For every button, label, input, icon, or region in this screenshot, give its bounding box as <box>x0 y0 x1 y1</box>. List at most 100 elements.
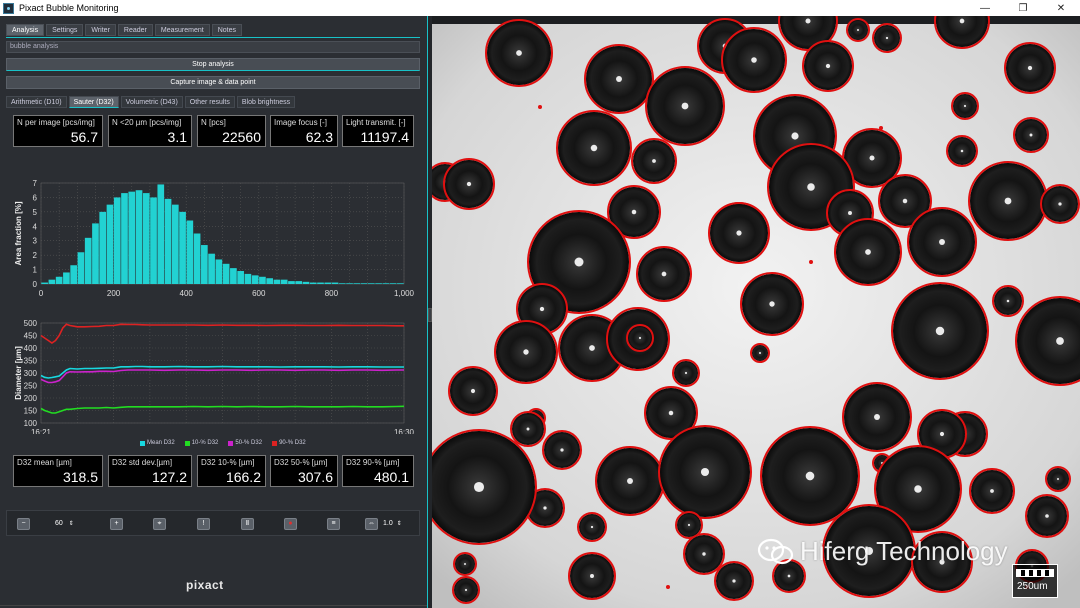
settings-icon[interactable]: ≡ <box>327 518 340 530</box>
y-tick-label: 150 <box>24 407 38 416</box>
minimize-button[interactable]: — <box>966 0 1004 16</box>
bubble-highlight <box>638 336 642 340</box>
small-bubble-marker <box>809 260 813 264</box>
bubble-highlight <box>1056 337 1064 345</box>
histogram-bar <box>251 275 259 284</box>
pause-icon[interactable]: Ⅱ <box>241 518 254 530</box>
histogram-bar <box>295 281 303 284</box>
footer-divider <box>0 605 427 606</box>
tab-sauter[interactable]: Sauter (D32) <box>68 96 119 108</box>
add-icon[interactable]: + <box>110 518 123 530</box>
bubble-highlight <box>990 489 994 493</box>
bubble-highlight <box>848 211 852 215</box>
zoom-spinner[interactable]: 1.0 ⇕ <box>381 518 407 530</box>
histogram-bar <box>55 276 63 284</box>
x-tick-label: 1,000 <box>394 289 415 298</box>
bubble-highlight <box>616 76 622 82</box>
bubble-highlight <box>1027 65 1033 71</box>
legend-label: Mean D32 <box>147 440 175 446</box>
result-tabs: Arithmetic (D10) Sauter (D32) Volumetric… <box>6 96 296 108</box>
histogram-bar <box>92 223 99 284</box>
tab-notes[interactable]: Notes <box>211 24 242 36</box>
frame-rate-spinner[interactable]: 60 ⇕ <box>53 518 81 530</box>
histogram-bar <box>215 259 223 284</box>
histogram-bar <box>179 211 186 284</box>
histogram-bar <box>360 283 368 284</box>
histogram-bar <box>237 271 244 284</box>
capture-image-button[interactable]: Capture image & data point <box>6 76 420 89</box>
restore-button[interactable]: ❐ <box>1004 0 1042 16</box>
bubble-highlight <box>865 249 871 255</box>
stat-value: 307.6 <box>297 469 333 485</box>
histogram-bar <box>41 282 48 284</box>
zoom-icon[interactable]: ⇔ <box>365 518 378 530</box>
y-tick-label: 6 <box>33 193 38 202</box>
tab-reader[interactable]: Reader <box>117 24 153 36</box>
y-tick-label: 0 <box>33 280 38 289</box>
playback-toolbar: − 60 ⇕ + ⌖ ! Ⅱ ● ≡ ⇔ 1.0 ⇕ <box>6 510 420 536</box>
analysis-name-field[interactable]: bubble analysis <box>6 41 420 53</box>
y-tick-label: 350 <box>24 357 38 366</box>
histogram-bar <box>273 279 281 284</box>
legend-mean: Mean D32 <box>140 440 175 446</box>
x-tick-label: 200 <box>107 289 121 298</box>
histogram-bar <box>389 283 397 284</box>
bubble-image <box>432 16 1080 608</box>
histogram-bar <box>128 191 136 284</box>
histogram-bar <box>368 283 375 284</box>
y-tick-label: 3 <box>33 237 38 246</box>
y-tick-label: 200 <box>24 394 38 403</box>
tab-blob-brightness[interactable]: Blob brightness <box>236 96 296 108</box>
histogram-bar <box>317 282 324 284</box>
bubble-highlight <box>791 132 799 140</box>
crosshair-icon[interactable]: ⌖ <box>153 518 166 530</box>
stat-light-transmit: Light transmit. [-] 11197.4 <box>342 115 414 147</box>
histogram-bar <box>164 198 172 284</box>
histogram-bar <box>99 211 107 284</box>
stat-d32-p50: D32 50-% [µm] 307.6 <box>270 455 338 487</box>
bubble-highlight <box>939 239 945 245</box>
histogram-bar <box>353 283 361 284</box>
tab-analysis[interactable]: Analysis <box>6 24 45 36</box>
close-button[interactable]: ✕ <box>1042 0 1080 16</box>
camera-image-view[interactable]: Hiferg Technology 250um <box>432 16 1080 608</box>
y-tick-label: 250 <box>24 382 38 391</box>
legend-p50: 50-% D32 <box>228 440 262 446</box>
tab-other-results[interactable]: Other results <box>184 96 235 108</box>
frame-rate-value: 60 <box>55 520 63 527</box>
tab-arithmetic[interactable]: Arithmetic (D10) <box>6 96 67 108</box>
stat-d32-mean: D32 mean [µm] 318.5 <box>13 455 103 487</box>
bubble-highlight <box>805 471 815 481</box>
tab-writer[interactable]: Writer <box>85 24 116 36</box>
bubble-highlight <box>960 149 964 153</box>
bubble-highlight <box>759 352 761 354</box>
stat-value: 166.2 <box>225 469 261 485</box>
bubble-highlight <box>526 427 530 431</box>
histogram-bar <box>244 273 252 284</box>
small-bubble-marker <box>879 126 883 130</box>
stop-analysis-button[interactable]: Stop analysis <box>6 58 420 71</box>
stat-d32-p10: D32 10-% [µm] 166.2 <box>197 455 266 487</box>
bubble-highlight <box>464 588 468 592</box>
stat-label: N <20 µm [pcs/img] <box>112 118 182 127</box>
bubble-highlight <box>1057 478 1059 480</box>
tab-settings[interactable]: Settings <box>46 24 84 36</box>
zoom-out-icon[interactable]: − <box>17 518 30 530</box>
y-axis-label: Area fraction [%] <box>14 201 23 265</box>
stat-label: D32 std dev.[µm] <box>112 458 173 467</box>
info-icon[interactable]: ! <box>197 518 210 530</box>
x-tick-label: 0 <box>39 289 44 298</box>
stat-value: 318.5 <box>62 469 98 485</box>
record-icon[interactable]: ● <box>284 518 297 530</box>
histogram-bar <box>375 283 382 284</box>
bubble-highlight <box>516 50 522 56</box>
histogram-bar <box>48 279 56 284</box>
y-tick-label: 450 <box>24 332 38 341</box>
bubble-highlight <box>751 57 757 63</box>
bubble-highlight <box>732 579 736 583</box>
bubble-highlight <box>473 481 485 493</box>
bubble-highlight <box>627 478 633 484</box>
tab-measurement[interactable]: Measurement <box>154 24 210 36</box>
scale-ruler <box>1016 569 1054 577</box>
tab-volumetric[interactable]: Volumetric (D43) <box>120 96 183 108</box>
